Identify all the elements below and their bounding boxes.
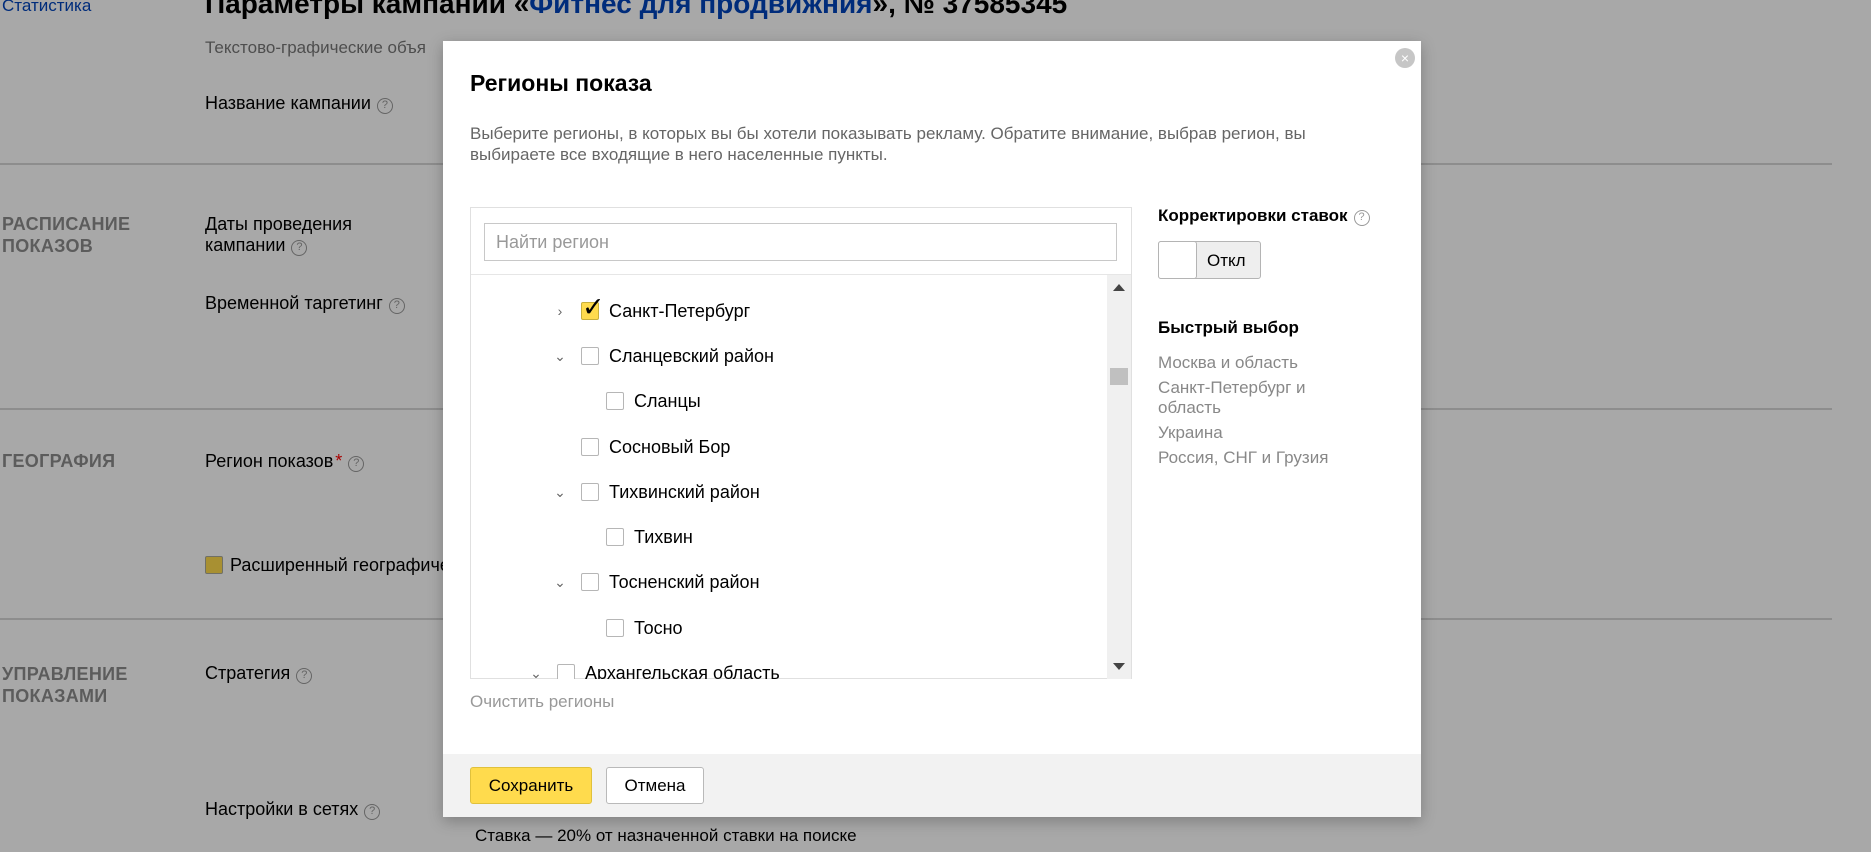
region-label[interactable]: Санкт-Петербург	[609, 300, 750, 322]
region-label[interactable]: Тихвинский район	[609, 481, 760, 503]
tree-row[interactable]: › Санкт-Петербург	[471, 294, 1107, 327]
tree-row[interactable]: Сосновый Бор	[471, 431, 1107, 463]
region-label[interactable]: Сланцы	[634, 390, 701, 412]
region-checkbox[interactable]	[581, 573, 599, 591]
modal-footer: Сохранить Отмена	[443, 754, 1421, 817]
region-tree: › Санкт-Петербург ⌄ Сланцевский район Сл…	[471, 275, 1107, 679]
chevron-right-icon[interactable]: ›	[551, 302, 569, 320]
region-tree-panel: › Санкт-Петербург ⌄ Сланцевский район Сл…	[470, 207, 1132, 679]
tree-row[interactable]: ⌄ Тихвинский район	[471, 476, 1107, 508]
region-checkbox[interactable]	[606, 528, 624, 546]
scroll-down-arrow-icon[interactable]	[1113, 663, 1125, 670]
toggle-knob[interactable]	[1158, 241, 1197, 279]
region-checkbox[interactable]	[581, 294, 605, 321]
tree-row[interactable]: ⌄ Архангельская область	[471, 657, 1107, 679]
region-label[interactable]: Тосненский район	[609, 571, 760, 593]
bid-adjustments-title: Корректировки ставок?	[1158, 206, 1398, 226]
clear-regions-link[interactable]: Очистить регионы	[470, 692, 614, 712]
modal-description: Выберите регионы, в которых вы бы хотели…	[470, 124, 1306, 164]
tree-row[interactable]: Тосно	[471, 612, 1107, 644]
chevron-down-icon[interactable]: ⌄	[551, 347, 569, 365]
quick-select-item[interactable]: Россия, СНГ и Грузия	[1158, 448, 1358, 468]
tree-row[interactable]: Тихвин	[471, 521, 1107, 553]
region-label[interactable]: Архангельская область	[585, 662, 780, 679]
region-checkbox[interactable]	[606, 619, 624, 637]
chevron-down-icon[interactable]: ⌄	[551, 573, 569, 591]
tree-row[interactable]: Сланцы	[471, 385, 1107, 417]
cancel-button[interactable]: Отмена	[606, 767, 704, 804]
save-button[interactable]: Сохранить	[470, 767, 592, 804]
region-search-input[interactable]	[484, 223, 1117, 261]
search-wrap	[471, 208, 1131, 275]
tree-scrollbar[interactable]	[1107, 275, 1131, 679]
chevron-down-icon[interactable]: ⌄	[527, 664, 545, 679]
right-column: Корректировки ставок? Откл Быстрый выбор…	[1158, 206, 1398, 467]
scroll-up-arrow-icon[interactable]	[1113, 284, 1125, 291]
region-label[interactable]: Тосно	[634, 617, 683, 639]
region-checkbox[interactable]	[581, 438, 599, 456]
region-checkbox[interactable]	[557, 664, 575, 679]
region-label[interactable]: Сосновый Бор	[609, 436, 730, 458]
region-checkbox[interactable]	[581, 347, 599, 365]
tree-row-partial	[471, 275, 1107, 281]
bid-adjustments-title-text: Корректировки ставок	[1158, 206, 1348, 225]
scroll-thumb[interactable]	[1110, 368, 1128, 385]
chevron-down-icon[interactable]: ⌄	[551, 483, 569, 501]
region-label[interactable]: Тихвин	[634, 526, 693, 548]
region-checkbox[interactable]	[581, 483, 599, 501]
quick-select-title: Быстрый выбор	[1158, 318, 1299, 337]
toggle-label: Откл	[1207, 251, 1246, 270]
tree-row[interactable]: ⌄ Тосненский район	[471, 566, 1107, 598]
close-icon[interactable]: ×	[1395, 48, 1415, 68]
quick-select-list: Москва и область Санкт-Петербург и облас…	[1158, 353, 1358, 473]
help-icon[interactable]: ?	[1353, 210, 1370, 226]
quick-select-item[interactable]: Санкт-Петербург и область	[1158, 378, 1358, 418]
bid-adjustments-toggle[interactable]: Откл	[1158, 241, 1261, 279]
quick-select-item[interactable]: Украина	[1158, 423, 1358, 443]
quick-select-item[interactable]: Москва и область	[1158, 353, 1358, 373]
tree-row[interactable]: ⌄ Сланцевский район	[471, 340, 1107, 372]
modal-title: Регионы показа	[470, 70, 652, 96]
regions-modal: × Регионы показа Выберите регионы, в кот…	[443, 41, 1421, 817]
region-label[interactable]: Сланцевский район	[609, 345, 774, 367]
region-checkbox[interactable]	[606, 392, 624, 410]
